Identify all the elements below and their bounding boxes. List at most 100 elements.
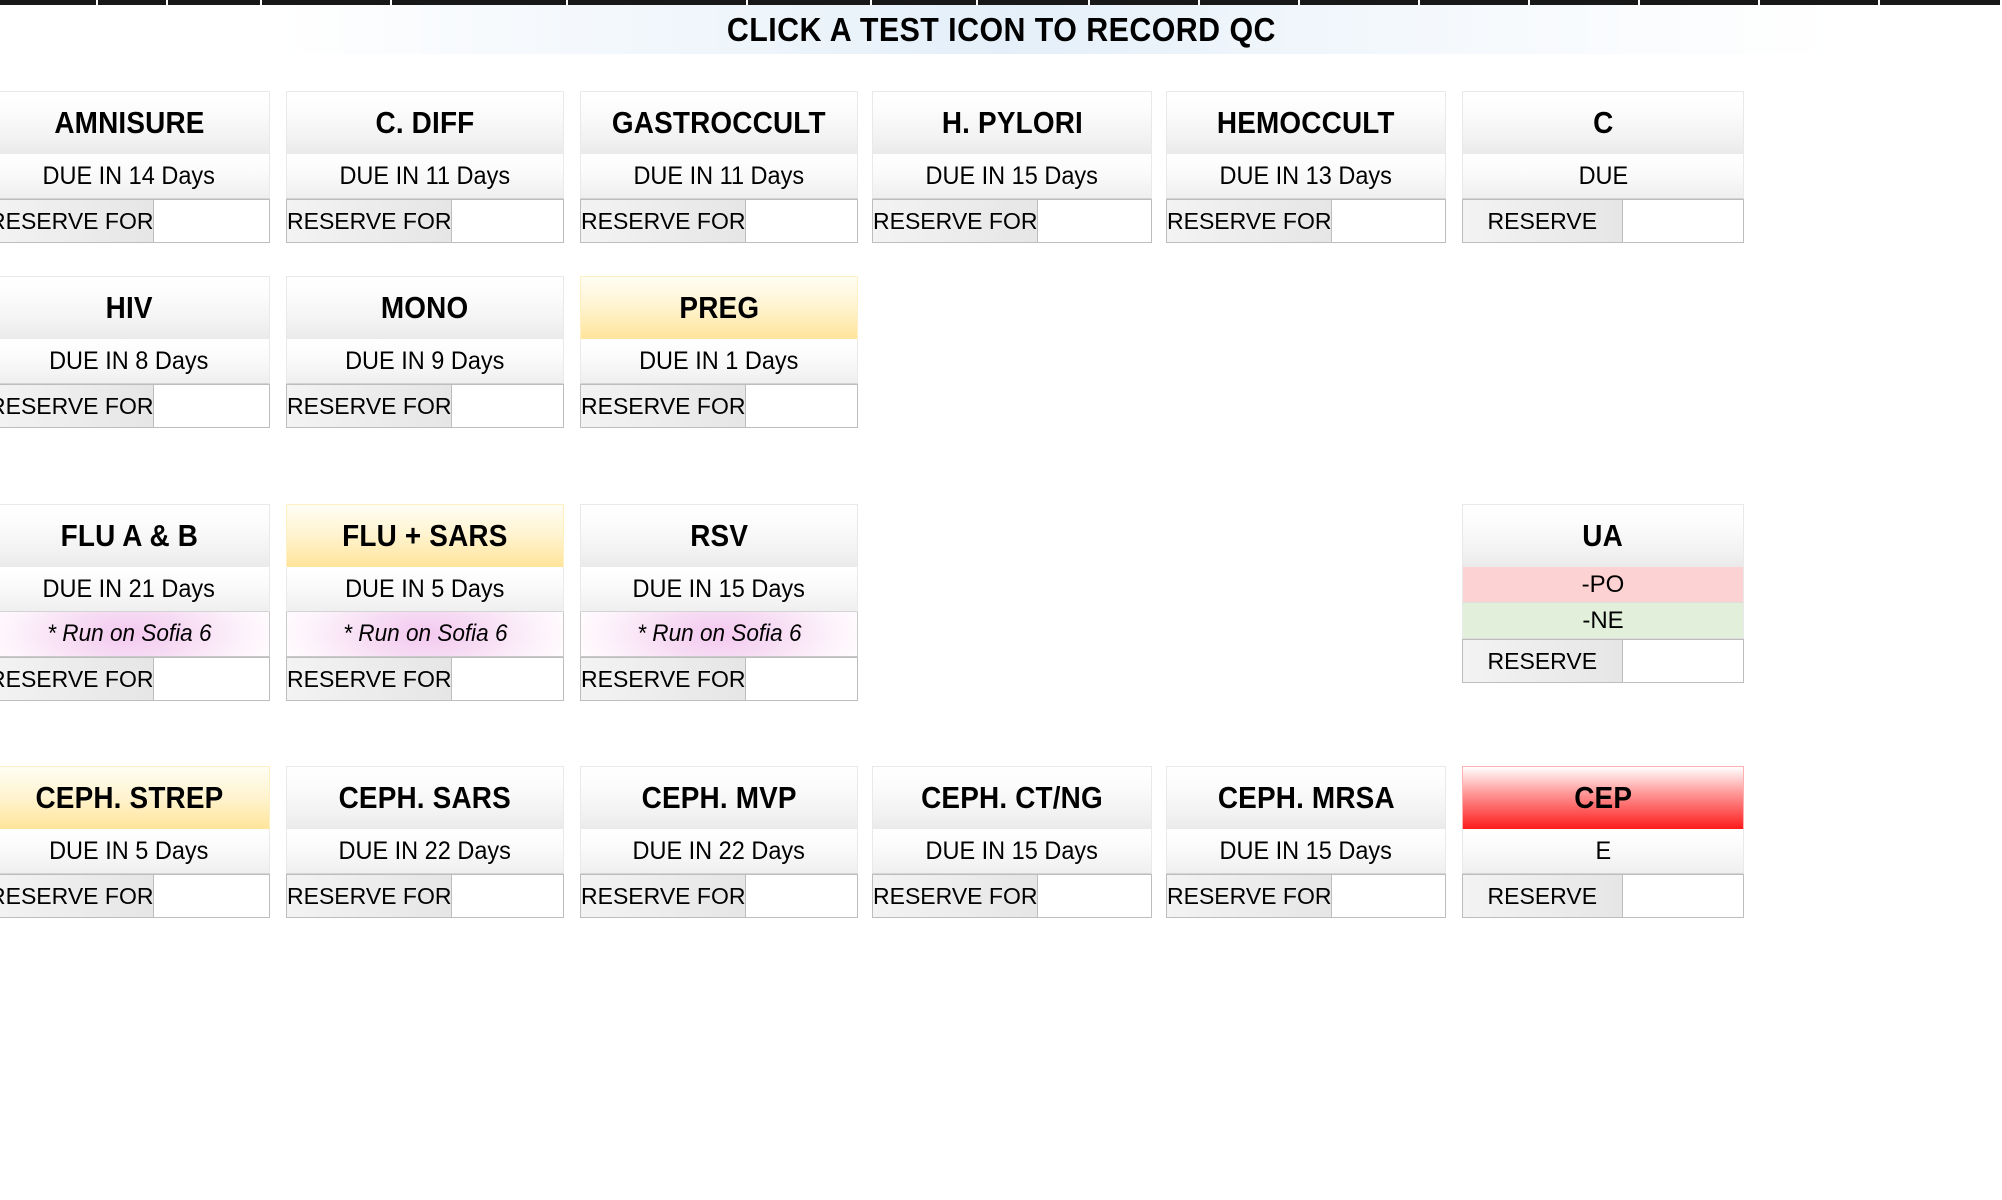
due-label: DUE IN 21 Days	[42, 574, 216, 603]
test-card-ceph-mrsa[interactable]: CEPH. MRSA DUE IN 15 Days RESERVE FOR	[1166, 766, 1446, 918]
grid-cell: CEPH. MRSA DUE IN 15 Days RESERVE FOR	[1166, 766, 1446, 918]
reserve-row: RESERVE	[1462, 874, 1744, 918]
grid-cell: CEP E RESERVE	[1462, 766, 1744, 918]
test-card-flu-a-b[interactable]: FLU A & B DUE IN 21 Days * Run on Sofia 6 R…	[0, 504, 270, 701]
due-row: DUE IN 15 Days	[580, 567, 858, 612]
test-icon-h-pylori[interactable]: H. PYLORI	[872, 91, 1152, 154]
reserve-row: RESERVE	[1462, 639, 1744, 683]
test-card-c-diff[interactable]: C. DIFF DUE IN 11 Days RESERVE FOR	[286, 91, 564, 243]
grid-cell: FLU A & B DUE IN 21 Days * Run on Sofia 6 R…	[0, 504, 270, 701]
test-name-label: UA	[1582, 518, 1624, 553]
test-icon-ua[interactable]: UA	[1462, 504, 1744, 567]
test-icon-ceph-mrsa[interactable]: CEPH. MRSA	[1166, 766, 1446, 829]
test-card-ceph-mvp[interactable]: CEPH. MVP DUE IN 22 Days RESERVE FOR	[580, 766, 858, 918]
test-icon-flu-sars[interactable]: FLU + SARS	[286, 504, 564, 567]
reserve-row: RESERVE FOR	[0, 199, 270, 243]
test-card-ua[interactable]: UA -PO -NE RESERVE	[1462, 504, 1744, 683]
reserve-for-label: RESERVE FOR	[0, 658, 155, 700]
reserve-for-input[interactable]	[1622, 640, 1743, 682]
qc-board-root: CLICK A TEST ICON TO RECORD QC AMNISURE D…	[0, 0, 2002, 1200]
test-icon-preg[interactable]: PREG	[580, 276, 858, 339]
test-name-label: C. DIFF	[375, 105, 475, 140]
test-name-label: H. PYLORI	[941, 105, 1083, 140]
test-icon-hiv[interactable]: HIV	[0, 276, 270, 339]
due-row: DUE IN 5 Days	[286, 567, 564, 612]
reserve-for-input[interactable]	[746, 658, 857, 700]
reserve-for-label: RESERVE	[1463, 875, 1623, 917]
result-strip-negative[interactable]: -NE	[1462, 603, 1744, 639]
reserve-row: RESERVE FOR	[286, 874, 564, 918]
test-icon-gastroccult[interactable]: GASTROCCULT	[580, 91, 858, 154]
reserve-for-label: RESERVE	[1463, 200, 1623, 242]
grid-cell: RSV DUE IN 15 Days * Run on Sofia 6 RESERVE…	[580, 504, 858, 701]
test-name-label: PREG	[679, 290, 759, 325]
test-card-ceph-ctng[interactable]: CEPH. CT/NG DUE IN 15 Days RESERVE FOR	[872, 766, 1152, 918]
reserve-for-input[interactable]	[1622, 875, 1743, 917]
grid-cell: AMNISURE DUE IN 14 Days RESERVE FOR	[0, 91, 270, 243]
test-icon-c-diff[interactable]: C. DIFF	[286, 91, 564, 154]
reserve-for-input[interactable]	[746, 385, 857, 427]
test-card-amnisure[interactable]: AMNISURE DUE IN 14 Days RESERVE FOR	[0, 91, 270, 243]
reserve-for-input[interactable]	[1332, 200, 1445, 242]
test-icon-flu-a-b[interactable]: FLU A & B	[0, 504, 270, 567]
sofia-note-row: * Run on Sofia 6	[286, 612, 564, 657]
due-label: DUE IN 15 Days	[632, 574, 806, 603]
test-icon-ceph-ctng[interactable]: CEPH. CT/NG	[872, 766, 1152, 829]
grid-cell: C DUE RESERVE	[1462, 91, 1744, 243]
test-card-flu-sars[interactable]: FLU + SARS DUE IN 5 Days * Run on Sofia 6 R…	[286, 504, 564, 701]
test-card-clipped-right-row1[interactable]: C DUE RESERVE	[1462, 91, 1744, 243]
test-card-hiv[interactable]: HIV DUE IN 8 Days RESERVE FOR	[0, 276, 270, 428]
reserve-for-label: RESERVE FOR	[0, 200, 155, 242]
test-card-preg[interactable]: PREG DUE IN 1 Days RESERVE FOR	[580, 276, 858, 428]
test-card-ceph-strep[interactable]: CEPH. STREP DUE IN 5 Days RESERVE FOR	[0, 766, 270, 918]
reserve-row: RESERVE	[1462, 199, 1744, 243]
due-row: DUE IN 15 Days	[1166, 829, 1446, 874]
test-name-label: CEPH. STREP	[34, 780, 224, 815]
due-row: DUE	[1462, 154, 1744, 199]
reserve-for-input[interactable]	[452, 385, 563, 427]
reserve-for-input[interactable]	[154, 875, 269, 917]
test-card-ceph-sars[interactable]: CEPH. SARS DUE IN 22 Days RESERVE FOR	[286, 766, 564, 918]
test-name-label: GASTROCCULT	[612, 105, 826, 140]
grid-cell: CEPH. CT/NG DUE IN 15 Days RESERVE FOR	[872, 766, 1152, 918]
test-card-hemoccult[interactable]: HEMOCCULT DUE IN 13 Days RESERVE FOR	[1166, 91, 1446, 243]
test-icon-hemoccult[interactable]: HEMOCCULT	[1166, 91, 1446, 154]
reserve-for-input[interactable]	[1332, 875, 1445, 917]
test-card-gastroccult[interactable]: GASTROCCULT DUE IN 11 Days RESERVE FOR	[580, 91, 858, 243]
reserve-for-input[interactable]	[1038, 200, 1151, 242]
sofia-note-row: * Run on Sofia 6	[580, 612, 858, 657]
due-label: DUE IN 11 Days	[339, 161, 511, 190]
test-icon-amnisure[interactable]: AMNISURE	[0, 91, 270, 154]
test-icon-rsv[interactable]: RSV	[580, 504, 858, 567]
result-strip-positive[interactable]: -PO	[1462, 567, 1744, 603]
due-label: DUE IN 14 Days	[42, 161, 216, 190]
test-icon-mono[interactable]: MONO	[286, 276, 564, 339]
due-row: E	[1462, 829, 1744, 874]
test-icon-clipped-right-row1[interactable]: C	[1462, 91, 1744, 154]
reserve-for-input[interactable]	[154, 200, 269, 242]
reserve-row: RESERVE FOR	[1166, 874, 1446, 918]
reserve-for-input[interactable]	[154, 658, 269, 700]
grid-cell: C. DIFF DUE IN 11 Days RESERVE FOR	[286, 91, 564, 243]
test-icon-ceph-mvp[interactable]: CEPH. MVP	[580, 766, 858, 829]
due-row: DUE IN 15 Days	[872, 829, 1152, 874]
reserve-for-input[interactable]	[1038, 875, 1151, 917]
test-name-label: C	[1592, 105, 1614, 140]
reserve-for-input[interactable]	[452, 875, 563, 917]
reserve-for-input[interactable]	[452, 200, 563, 242]
test-icon-ceph-clipped-expired[interactable]: CEP	[1462, 766, 1744, 829]
test-card-rsv[interactable]: RSV DUE IN 15 Days * Run on Sofia 6 RESERVE…	[580, 504, 858, 701]
reserve-for-input[interactable]	[746, 200, 857, 242]
reserve-for-input[interactable]	[1622, 200, 1743, 242]
grid-cell: UA -PO -NE RESERVE	[1462, 504, 1744, 683]
reserve-for-input[interactable]	[452, 658, 563, 700]
test-card-h-pylori[interactable]: H. PYLORI DUE IN 15 Days RESERVE FOR	[872, 91, 1152, 243]
reserve-for-input[interactable]	[746, 875, 857, 917]
reserve-for-input[interactable]	[154, 385, 269, 427]
test-card-mono[interactable]: MONO DUE IN 9 Days RESERVE FOR	[286, 276, 564, 428]
test-icon-ceph-strep[interactable]: CEPH. STREP	[0, 766, 270, 829]
reserve-row: RESERVE FOR	[286, 384, 564, 428]
test-card-ceph-clipped-expired[interactable]: CEP E RESERVE	[1462, 766, 1744, 918]
test-icon-ceph-sars[interactable]: CEPH. SARS	[286, 766, 564, 829]
page-title: CLICK A TEST ICON TO RECORD QC	[726, 10, 1276, 48]
